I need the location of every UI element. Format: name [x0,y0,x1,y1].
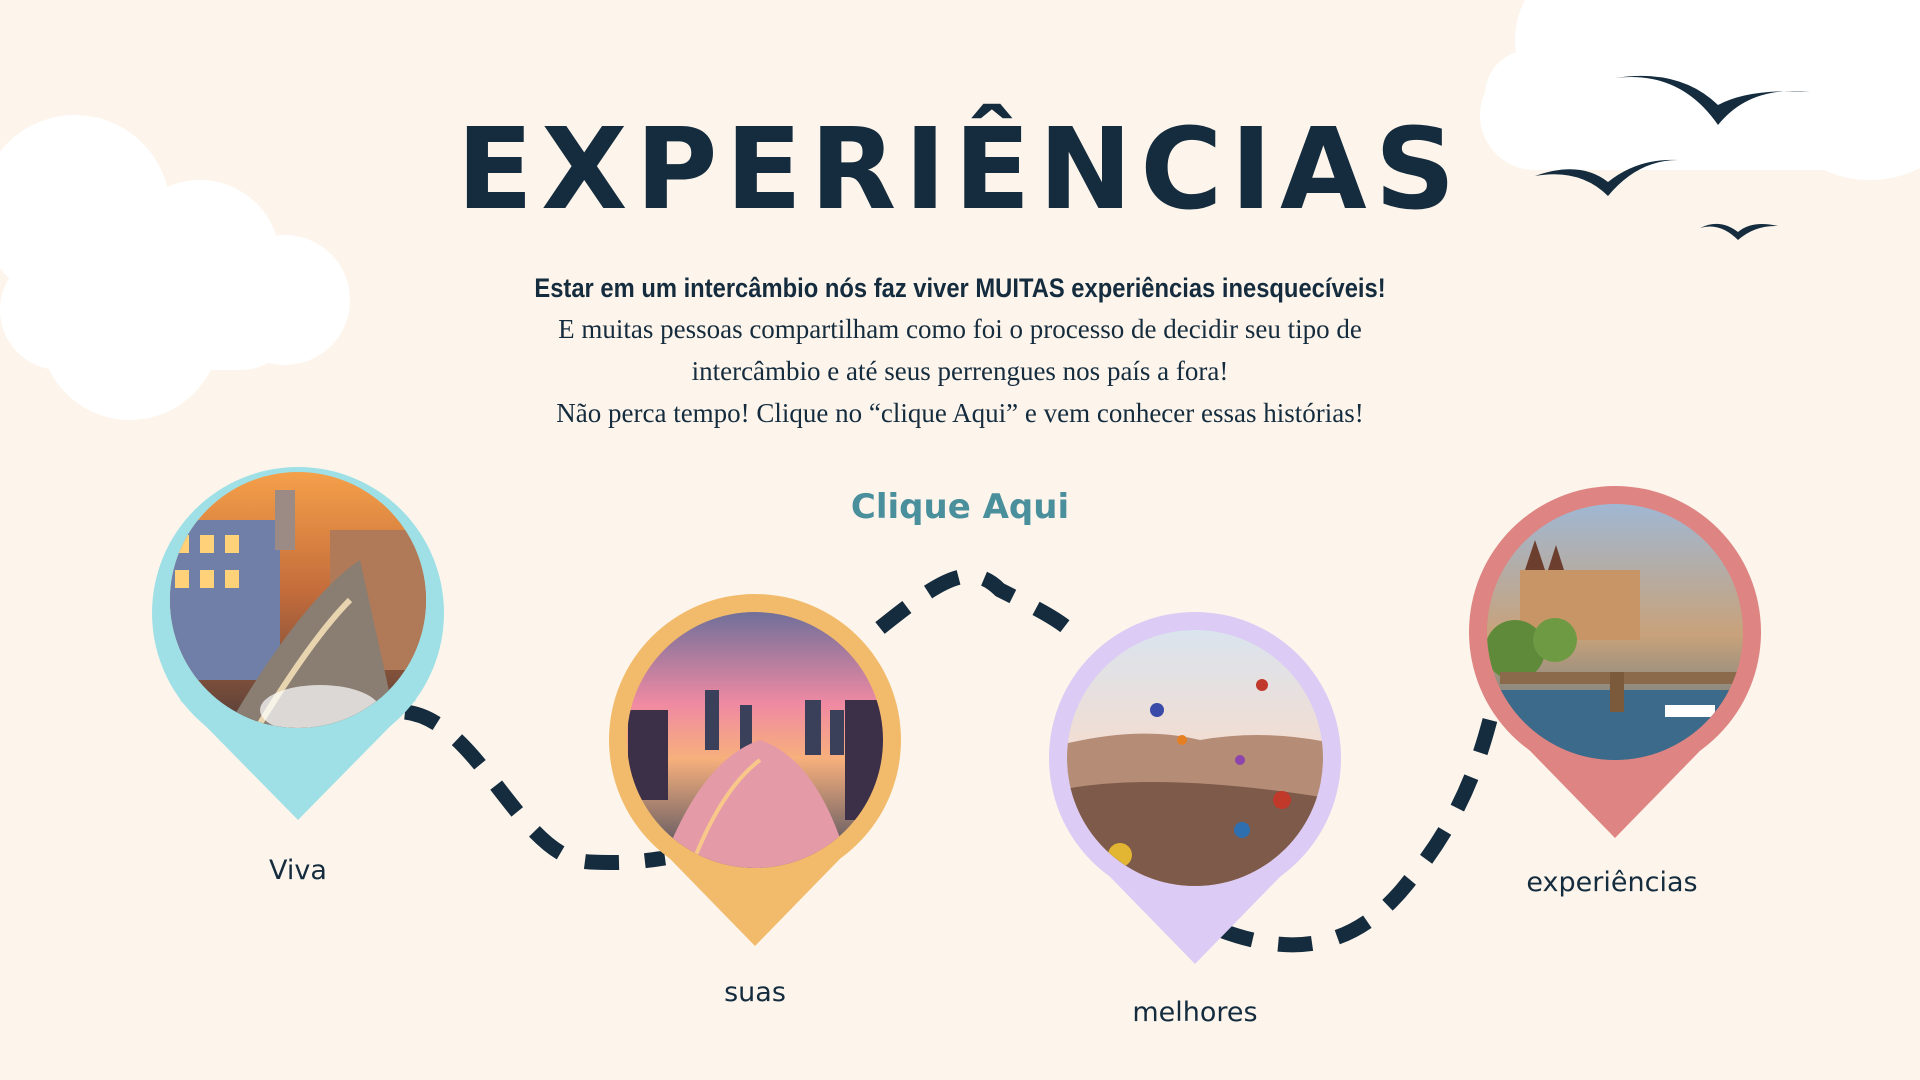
page-title: EXPERIÊNCIAS [456,105,1464,235]
intro-line-1: E muitas pessoas compartilham como foi o… [558,314,1362,344]
pin-label-melhores: melhores [1132,997,1258,1028]
pin-label-suas: suas [724,977,786,1008]
pin-suas [609,594,901,946]
pin-label-viva: Viva [269,855,327,886]
pin-experiencias [1469,486,1761,838]
clique-aqui-link[interactable]: Clique Aqui [760,487,1160,527]
intro-line-2: intercâmbio e até seus perrengues nos pa… [691,356,1229,386]
intro-text: Estar em um intercâmbio nós faz viver MU… [460,268,1460,434]
intro-line-3: Não perca tempo! Clique no “clique Aqui”… [556,398,1364,428]
pin-melhores [1049,612,1341,964]
pin-label-experiencias: experiências [1526,867,1698,898]
pin-viva [152,467,444,820]
intro-lead: Estar em um intercâmbio nós faz viver MU… [534,273,1386,303]
